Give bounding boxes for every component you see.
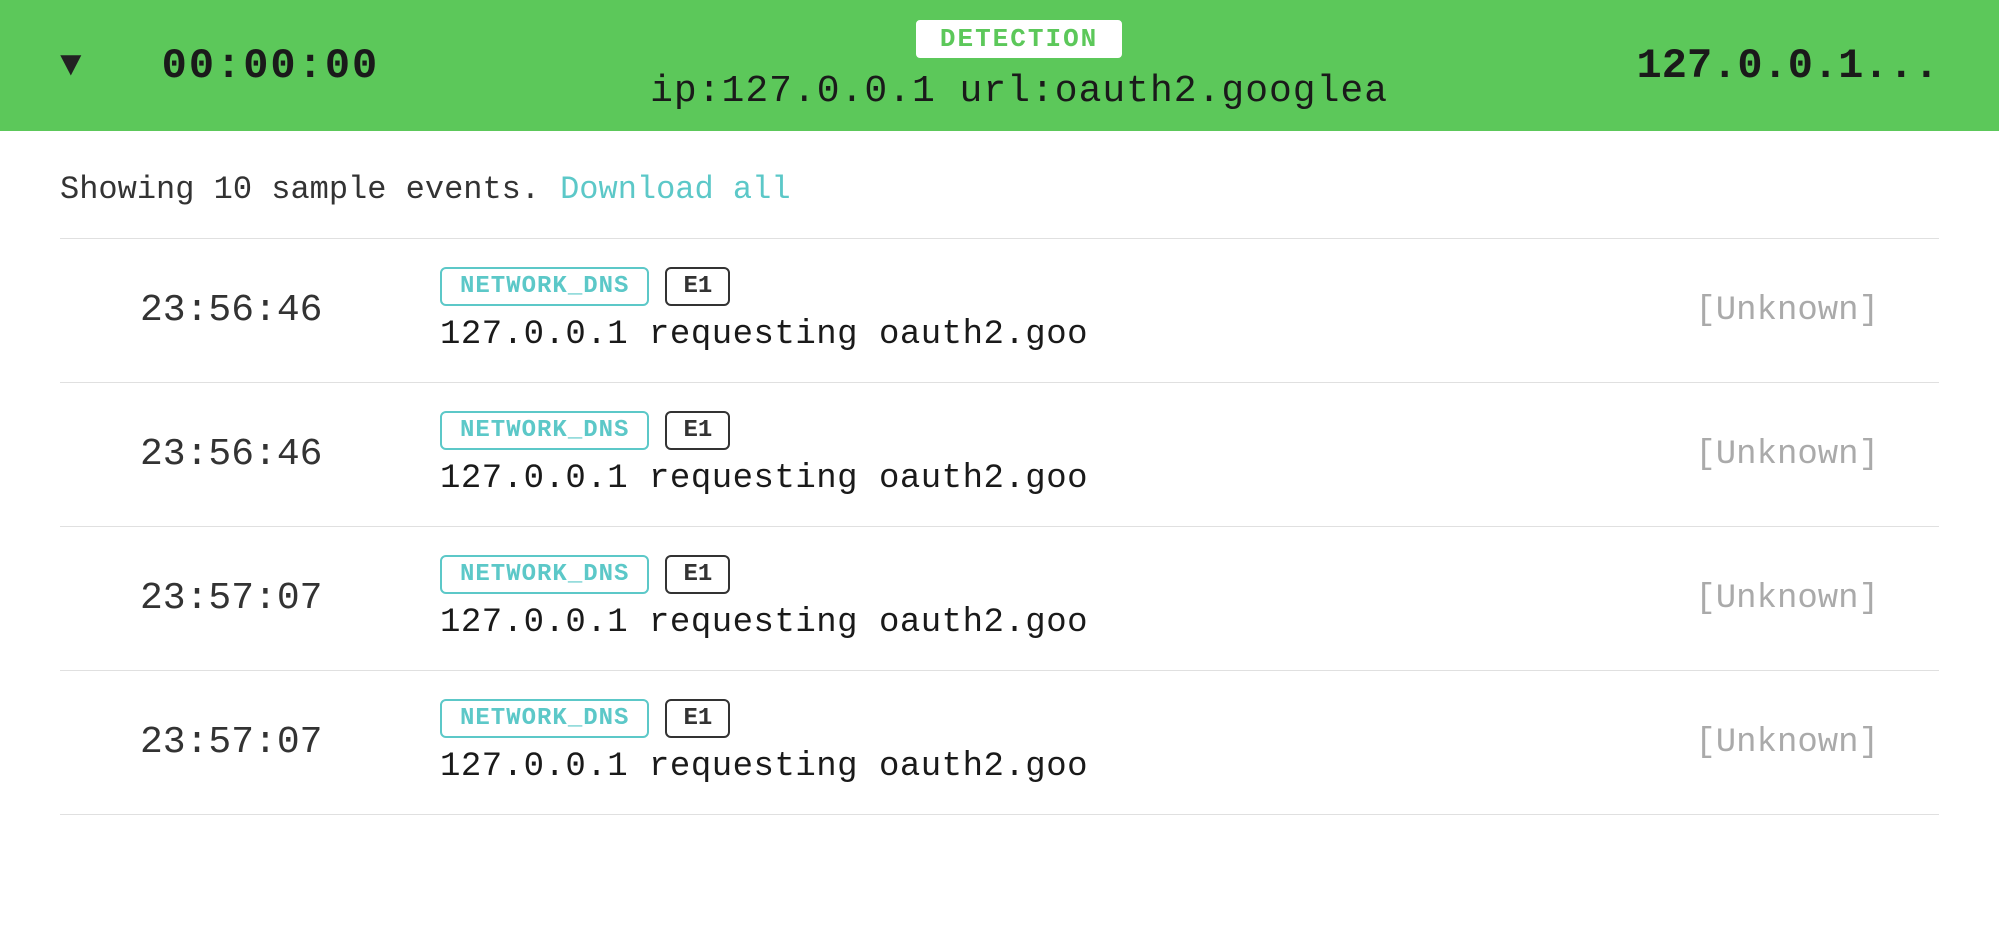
- network-dns-badge: NETWORK_DNS: [440, 411, 649, 450]
- table-row: 23:56:46 NETWORK_DNS E1 127.0.0.1 reques…: [60, 382, 1939, 526]
- event-time: 23:57:07: [60, 721, 380, 764]
- table-row: 23:57:07 NETWORK_DNS E1 127.0.0.1 reques…: [60, 670, 1939, 815]
- event-status: [Unknown]: [1659, 292, 1939, 330]
- event-badges: NETWORK_DNS E1: [440, 267, 1659, 306]
- chevron-down-icon[interactable]: ▼: [60, 45, 82, 86]
- event-badges: NETWORK_DNS E1: [440, 411, 1659, 450]
- event-status: [Unknown]: [1659, 724, 1939, 762]
- header-center: DETECTION ip:127.0.0.1 url:oauth2.google…: [462, 18, 1577, 113]
- event-message: 127.0.0.1 requesting oauth2.goo: [440, 460, 1659, 498]
- e1-badge: E1: [665, 555, 730, 594]
- event-time: 23:56:46: [60, 433, 380, 476]
- header-time: 00:00:00: [162, 42, 402, 90]
- download-all-link[interactable]: Download all: [560, 171, 790, 208]
- event-message: 127.0.0.1 requesting oauth2.goo: [440, 748, 1659, 786]
- event-status: [Unknown]: [1659, 436, 1939, 474]
- events-list: 23:56:46 NETWORK_DNS E1 127.0.0.1 reques…: [60, 238, 1939, 815]
- event-time: 23:56:46: [60, 289, 380, 332]
- event-message: 127.0.0.1 requesting oauth2.goo: [440, 604, 1659, 642]
- e1-badge: E1: [665, 699, 730, 738]
- network-dns-badge: NETWORK_DNS: [440, 699, 649, 738]
- event-badges: NETWORK_DNS E1: [440, 699, 1659, 738]
- table-row: 23:57:07 NETWORK_DNS E1 127.0.0.1 reques…: [60, 526, 1939, 670]
- header-ip: 127.0.0.1...: [1637, 42, 1939, 90]
- network-dns-badge: NETWORK_DNS: [440, 267, 649, 306]
- content-area: Showing 10 sample events. Download all 2…: [0, 131, 1999, 815]
- table-row: 23:56:46 NETWORK_DNS E1 127.0.0.1 reques…: [60, 238, 1939, 382]
- event-message: 127.0.0.1 requesting oauth2.goo: [440, 316, 1659, 354]
- event-details: NETWORK_DNS E1 127.0.0.1 requesting oaut…: [380, 555, 1659, 642]
- sample-info-row: Showing 10 sample events. Download all: [60, 171, 1939, 208]
- sample-text: Showing 10 sample events.: [60, 171, 540, 208]
- event-status: [Unknown]: [1659, 580, 1939, 618]
- event-details: NETWORK_DNS E1 127.0.0.1 requesting oaut…: [380, 411, 1659, 498]
- header-description: ip:127.0.0.1 url:oauth2.googlea: [650, 70, 1388, 113]
- event-details: NETWORK_DNS E1 127.0.0.1 requesting oaut…: [380, 267, 1659, 354]
- event-details: NETWORK_DNS E1 127.0.0.1 requesting oaut…: [380, 699, 1659, 786]
- network-dns-badge: NETWORK_DNS: [440, 555, 649, 594]
- event-badges: NETWORK_DNS E1: [440, 555, 1659, 594]
- e1-badge: E1: [665, 267, 730, 306]
- header-row: ▼ 00:00:00 DETECTION ip:127.0.0.1 url:oa…: [0, 0, 1999, 131]
- event-time: 23:57:07: [60, 577, 380, 620]
- detection-badge: DETECTION: [914, 18, 1124, 60]
- e1-badge: E1: [665, 411, 730, 450]
